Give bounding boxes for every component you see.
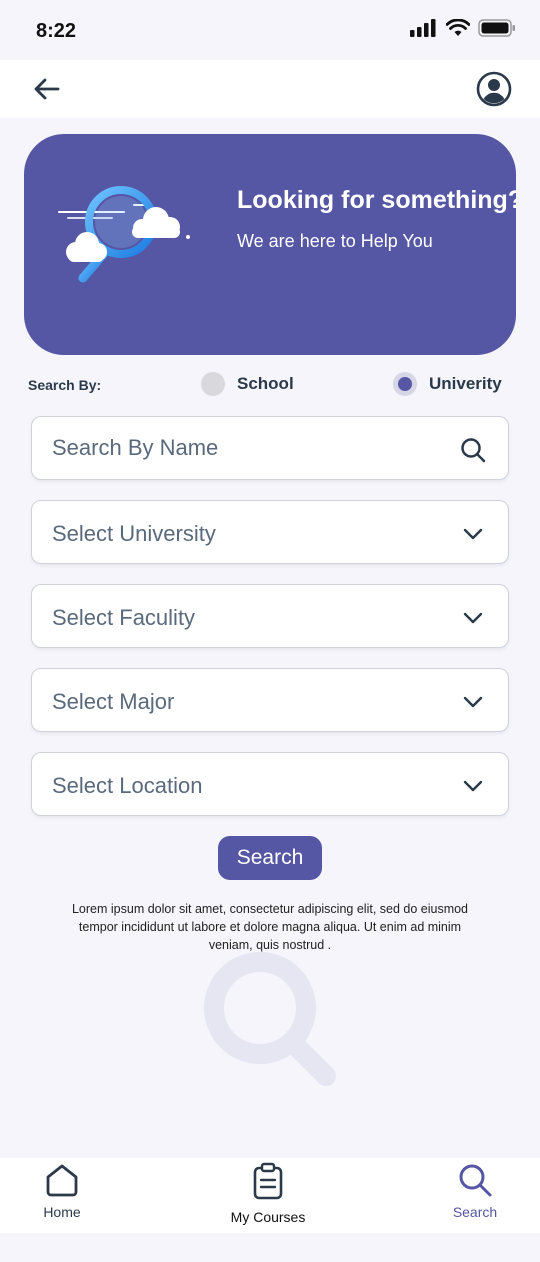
- radio-selected-dot: [398, 377, 412, 391]
- hero-title: Looking for something?: [237, 186, 516, 214]
- nav-search-label: Search: [452, 1204, 498, 1220]
- user-circle-icon: [476, 71, 512, 107]
- status-bar: 8:22: [0, 0, 540, 60]
- hero-subtitle: We are here to Help You: [237, 231, 433, 251]
- chevron-down-icon: [463, 612, 483, 624]
- chevron-down-icon: [463, 780, 483, 792]
- select-faculty[interactable]: Select Faculity: [31, 584, 509, 648]
- magnifier-clouds-illustration: [58, 186, 190, 283]
- search-name-field: [31, 416, 509, 480]
- chevron-down-icon: [463, 696, 483, 708]
- nav-home[interactable]: Home: [32, 1162, 92, 1220]
- nav-my-courses[interactable]: My Courses: [222, 1162, 314, 1225]
- clipboard-icon: [253, 1162, 283, 1200]
- select-faculty-label: Select Faculity: [52, 605, 196, 630]
- radio-label-university: Univerity: [429, 374, 502, 393]
- select-location[interactable]: Select Location: [31, 752, 509, 816]
- select-university-label: Select University: [52, 521, 216, 546]
- search-by-label: Search By:: [28, 377, 102, 393]
- bottom-nav: Home My Courses Search: [0, 1158, 540, 1233]
- signal-icon: [410, 19, 436, 37]
- home-icon: [46, 1164, 78, 1197]
- chevron-down-icon: [463, 528, 483, 540]
- search-icon: [459, 1164, 492, 1197]
- select-location-label: Select Location: [52, 773, 203, 798]
- description-text: Lorem ipsum dolor sit amet, consectetur …: [71, 902, 469, 952]
- radio-circle-university: [393, 372, 417, 396]
- wifi-icon: [446, 19, 470, 36]
- select-university[interactable]: Select University: [31, 500, 509, 564]
- search-button[interactable]: Search: [218, 836, 322, 880]
- app-bar: [0, 60, 540, 118]
- search-icon[interactable]: [460, 437, 486, 463]
- radio-university[interactable]: Univerity: [393, 372, 502, 396]
- radio-label-school: School: [237, 374, 294, 393]
- nav-my-courses-label: My Courses: [230, 1209, 306, 1225]
- select-major[interactable]: Select Major: [31, 668, 509, 732]
- radio-school[interactable]: School: [201, 372, 294, 396]
- status-icons: [410, 18, 516, 38]
- search-name-input[interactable]: [32, 417, 508, 479]
- battery-icon: [478, 19, 515, 37]
- radio-circle-school: [201, 372, 225, 396]
- arrow-left-icon: [34, 78, 60, 100]
- search-watermark-icon: [204, 952, 336, 1086]
- profile-button[interactable]: [476, 71, 512, 107]
- nav-home-label: Home: [43, 1204, 81, 1220]
- select-major-label: Select Major: [52, 689, 175, 714]
- nav-search[interactable]: Search: [445, 1162, 505, 1220]
- back-button[interactable]: [30, 74, 64, 104]
- status-time: 8:22: [36, 20, 77, 42]
- hero-banner: Looking for something? We are here to He…: [24, 134, 516, 355]
